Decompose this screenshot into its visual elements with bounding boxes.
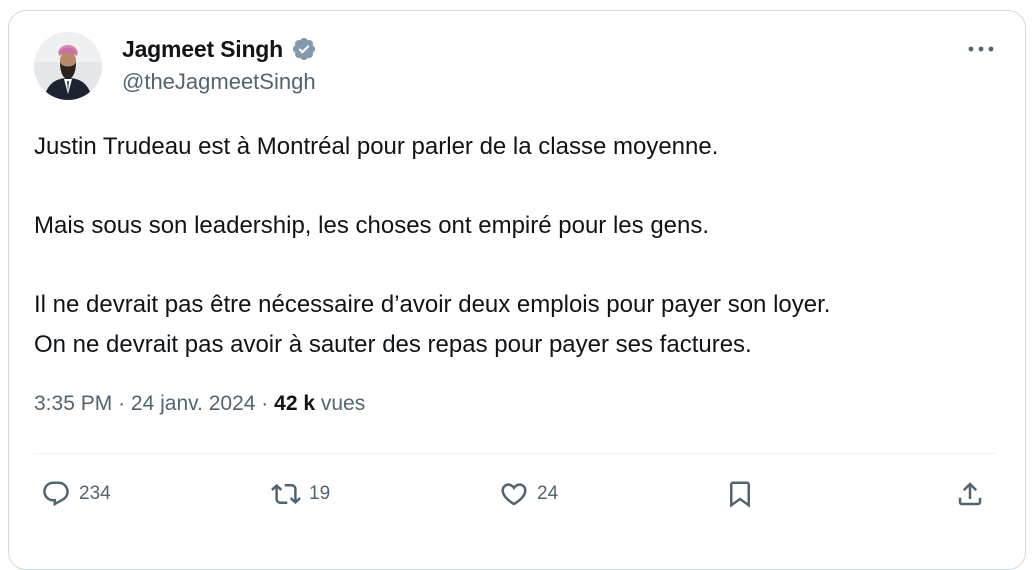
bookmark-icon	[725, 479, 755, 509]
author-display-name[interactable]: Jagmeet Singh	[122, 36, 283, 63]
reply-icon	[41, 479, 71, 509]
tweet-paragraph: Justin Trudeau est à Montréal pour parle…	[34, 133, 719, 160]
meta-separator: ·	[118, 392, 126, 415]
meta-separator: ·	[261, 392, 269, 415]
verified-badge-icon[interactable]	[291, 36, 317, 62]
divider	[34, 453, 995, 454]
author-handle[interactable]: @theJagmeetSingh	[122, 69, 316, 95]
heart-icon	[499, 479, 529, 509]
tweet-date[interactable]: 24 janv. 2024	[131, 392, 256, 415]
tweet-card: Jagmeet Singh @theJagmeetSingh Justin Tr…	[8, 10, 1026, 570]
tweet-paragraph: On ne devrait pas avoir à sauter des rep…	[34, 331, 752, 358]
avatar[interactable]	[34, 32, 102, 100]
views-count[interactable]: 42 k	[274, 392, 315, 415]
tweet-text: Justin Trudeau est à Montréal pour parle…	[34, 127, 1004, 365]
like-button[interactable]: 24	[499, 478, 558, 510]
reply-count: 234	[79, 483, 111, 504]
tweet-paragraph: Il ne devrait pas être nécessaire d’avoi…	[34, 291, 831, 318]
share-icon	[955, 479, 985, 509]
tweet-time[interactable]: 3:35 PM	[34, 392, 112, 415]
tweet-meta: 3:35 PM · 24 janv. 2024 · 42 k vues	[34, 392, 365, 416]
repost-icon	[271, 479, 301, 509]
reply-button[interactable]: 234	[41, 478, 111, 510]
tweet-paragraph: Mais sous son leadership, les choses ont…	[34, 212, 710, 239]
more-horizontal-icon[interactable]	[967, 41, 995, 57]
repost-button[interactable]: 19	[271, 478, 330, 510]
bookmark-button[interactable]	[725, 478, 755, 510]
author-name-row: Jagmeet Singh	[122, 33, 317, 65]
views-label: vues	[320, 392, 366, 415]
repost-count: 19	[309, 483, 331, 504]
share-button[interactable]	[955, 478, 985, 510]
like-count: 24	[537, 483, 559, 504]
